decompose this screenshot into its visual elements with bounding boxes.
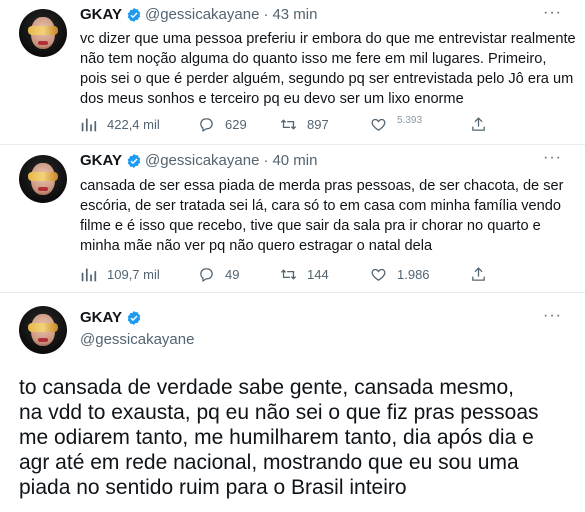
tweet-line: to cansada de verdade sabe gente, cansad… [19,376,514,399]
reply-count: 629 [225,116,247,132]
reply-button[interactable]: 49 [198,264,239,284]
tweet[interactable]: GKAY @gessicakayane · 43 min ··· vc dize… [0,0,585,145]
tweet-line: me odiarem tanto, me humilharem tanto, d… [19,426,534,449]
tweet-expanded[interactable]: GKAY @gessicakayane ··· to cansada de ve… [0,293,585,512]
like-count: 1.986 [397,266,430,282]
like-button[interactable]: 1.986 [370,264,430,284]
like-icon [371,268,386,281]
tweet-header: GKAY @gessicakayane · 40 min [80,152,317,170]
more-icon[interactable]: ··· [543,150,561,171]
user-handle[interactable]: @gessicakayane [145,152,259,170]
retweet-button[interactable]: 897 [280,114,329,134]
views-count: 422,4 mil [107,116,160,132]
avatar[interactable] [19,306,67,354]
timestamp[interactable]: 40 min [272,152,317,170]
avatar[interactable] [19,155,67,203]
like-button[interactable]: 5.393 [370,114,422,134]
tweet[interactable]: GKAY @gessicakayane · 40 min ··· cansada… [0,145,585,293]
user-handle[interactable]: @gessicakayane [145,6,259,24]
like-icon [371,118,386,131]
tweet-line: dos meus sonhos e terceiro pq eu devo se… [80,91,464,107]
display-name[interactable]: GKAY [80,309,122,327]
tweet-header: GKAY [80,309,145,327]
tweet-line: agr até em rede nacional, mostrando que … [19,451,519,474]
tweet-line: na vdd to exausta, pq eu não sei o que f… [19,401,539,424]
avatar[interactable] [19,9,67,57]
more-icon[interactable]: ··· [543,5,561,26]
retweet-button[interactable]: 144 [280,264,329,284]
separator-dot: · [263,6,269,23]
reply-icon [200,267,213,282]
separator-dot: · [263,152,269,169]
retweet-icon [280,118,297,130]
retweet-count: 144 [307,266,329,282]
display-name[interactable]: GKAY [80,152,122,170]
share-button[interactable] [470,264,497,284]
tweet-text: vc dizer que uma pessoa preferiu ir embo… [80,29,576,109]
tweet-text: cansada de ser essa piada de merda pras … [80,176,570,256]
user-handle[interactable]: @gessicakayane [80,331,194,348]
tweet-line: cansada de ser essa piada de merda pras … [80,178,564,194]
verified-badge-icon [127,154,141,168]
share-icon [472,116,485,131]
tweet-line: não tem noção alguma do quanto isso me f… [80,51,547,67]
tweet-line: minha mãe não ver pq não quero estragar … [80,238,433,254]
tweet-line: escória, de ser tratada sei lá, cara só … [80,198,562,214]
more-icon[interactable]: ··· [543,308,561,329]
reply-count: 49 [225,266,240,282]
like-count: 5.393 [397,114,423,126]
views-icon [81,118,97,131]
tweet-line: pois sei o que é perder alguém, segundo … [80,71,574,87]
tweet-header: GKAY @gessicakayane · 43 min [80,6,317,24]
tweet-text: to cansada de verdade sabe gente, cansad… [19,375,579,500]
verified-badge-icon [127,8,141,22]
retweet-count: 897 [307,116,329,132]
reply-icon [200,117,213,132]
verified-badge-icon [127,311,141,325]
tweet-line: piada no sentido ruim para o Brasil inte… [19,476,407,499]
tweet-line: vc dizer que uma pessoa preferiu ir embo… [80,31,576,47]
action-bar: 422,4 mil 629 897 5.393 [80,114,560,134]
display-name[interactable]: GKAY [80,6,122,24]
reply-button[interactable]: 629 [198,114,247,134]
share-icon [472,266,485,281]
action-bar: 109,7 mil 49 144 1.986 [80,264,560,284]
tweet-line: filme e é isso que recebo, tive que sair… [80,218,541,234]
retweet-icon [280,268,297,280]
timestamp[interactable]: 43 min [272,6,317,24]
views-button[interactable]: 109,7 mil [80,264,160,284]
views-count: 109,7 mil [107,266,160,282]
views-button[interactable]: 422,4 mil [80,114,160,134]
share-button[interactable] [470,114,497,134]
views-icon [81,268,97,281]
